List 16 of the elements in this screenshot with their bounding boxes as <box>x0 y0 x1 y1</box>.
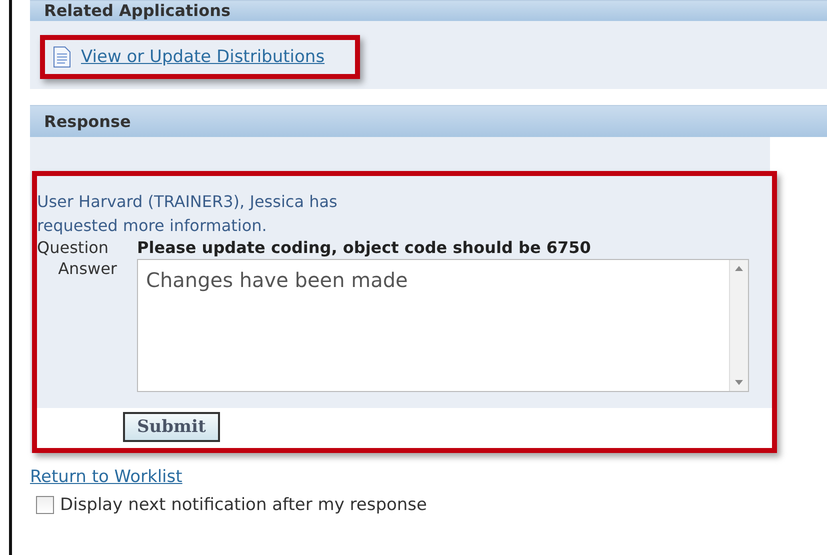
scrollbar[interactable] <box>729 260 748 391</box>
scroll-up-icon[interactable] <box>735 266 743 271</box>
checkbox-label: Display next notification after my response <box>60 495 427 515</box>
scroll-down-icon[interactable] <box>735 380 743 385</box>
question-label: Question <box>37 238 110 257</box>
request-message: User Harvard (TRAINER3), Jessica has requested more information. <box>37 191 338 237</box>
submit-button[interactable]: Submit <box>123 412 220 442</box>
worklist-link[interactable]: Return to Worklist <box>30 467 182 487</box>
distributions-link[interactable]: View or Update Distributions <box>81 47 325 67</box>
document-icon <box>53 46 71 68</box>
section-header: Response <box>30 105 827 137</box>
section-header: Related Applications <box>30 0 827 21</box>
checkbox[interactable] <box>36 496 54 514</box>
answer-field[interactable]: Changes have been made <box>137 259 749 392</box>
question-text: Please update coding, object code should be 6750 <box>137 238 592 257</box>
answer-label: Answer <box>57 259 118 278</box>
